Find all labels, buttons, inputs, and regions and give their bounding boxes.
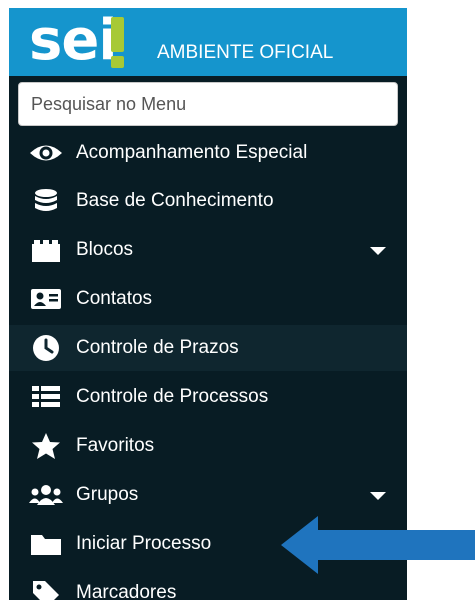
logo-exclamation-dot <box>111 56 124 68</box>
menu-item-contatos[interactable]: Contatos <box>9 276 407 322</box>
eye-icon <box>29 138 63 168</box>
clock-icon <box>29 333 63 363</box>
chevron-down-icon[interactable] <box>370 492 386 500</box>
menu-item-label: Acompanhamento Especial <box>76 142 308 163</box>
logo-exclamation-bar <box>111 17 124 52</box>
list-icon <box>29 382 63 412</box>
menu-item-label: Controle de Prazos <box>76 337 239 358</box>
sidebar-menu: sei AMBIENTE OFICIAL Acompanhamento Espe… <box>9 8 407 600</box>
menu-item-label: Marcadores <box>76 582 177 600</box>
menu-item-label: Contatos <box>76 288 153 309</box>
database-icon <box>29 186 63 216</box>
menu-item-label: Grupos <box>76 484 139 505</box>
sei-logo[interactable]: sei <box>29 9 139 73</box>
menu-item-label: Iniciar Processo <box>76 533 212 554</box>
menu-item-label: Blocos <box>76 239 134 260</box>
menu-item-grupos[interactable]: Grupos <box>9 472 407 518</box>
menu-item-base-de-conhecimento[interactable]: Base de Conhecimento <box>9 178 407 224</box>
environment-label: AMBIENTE OFICIAL <box>157 42 334 63</box>
menu-item-acompanhamento-especial[interactable]: Acompanhamento Especial <box>9 130 407 176</box>
menu-item-favoritos[interactable]: Favoritos <box>9 423 407 469</box>
menu-item-label: Base de Conhecimento <box>76 190 274 211</box>
header-bar: sei AMBIENTE OFICIAL <box>9 8 407 76</box>
annotation-arrow-icon <box>281 516 475 574</box>
menu-item-controle-de-processos[interactable]: Controle de Processos <box>9 374 407 420</box>
menu-search-input[interactable] <box>18 82 398 126</box>
contact-card-icon <box>29 284 63 314</box>
star-icon <box>29 431 63 461</box>
blocks-icon <box>29 235 63 265</box>
chevron-down-icon[interactable] <box>370 247 386 255</box>
menu-item-controle-de-prazos[interactable]: Controle de Prazos <box>9 325 407 371</box>
tag-icon <box>29 578 63 600</box>
users-icon <box>29 480 63 510</box>
logo-text: sei <box>29 8 118 73</box>
menu-item-blocos[interactable]: Blocos <box>9 227 407 273</box>
folder-icon <box>29 529 63 559</box>
menu-item-label: Favoritos <box>76 435 155 456</box>
menu-item-label: Controle de Processos <box>76 386 269 407</box>
